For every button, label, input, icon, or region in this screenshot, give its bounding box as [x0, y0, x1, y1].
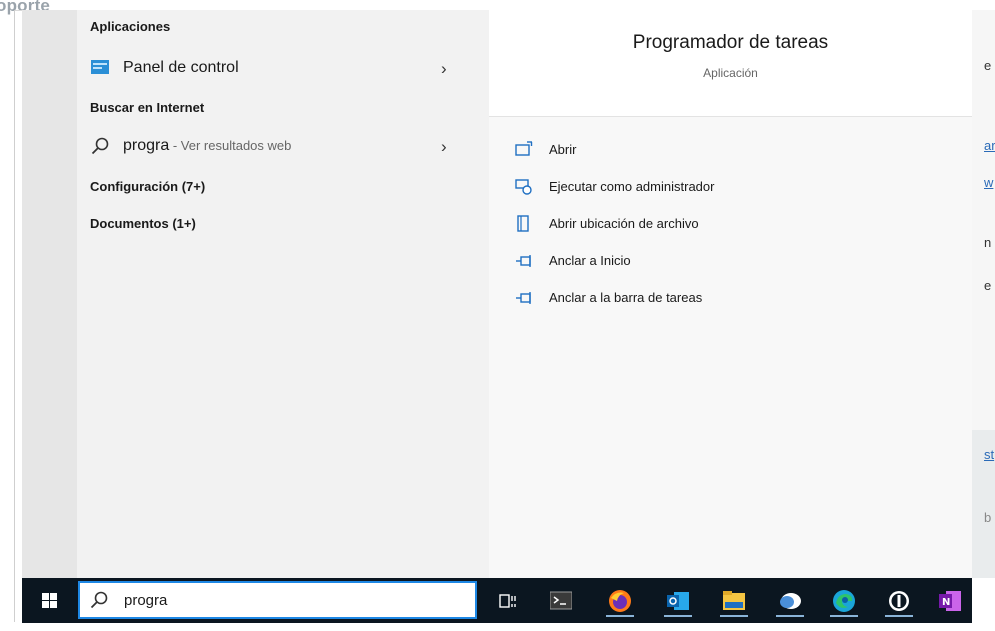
action-label: Anclar a Inicio	[549, 253, 631, 268]
pin-icon	[515, 289, 533, 307]
taskbar-search-input[interactable]: progra	[78, 581, 477, 619]
start-button[interactable]	[22, 578, 78, 623]
task-view-icon	[499, 592, 517, 615]
result-label: Panel de control	[123, 59, 239, 76]
password-manager-button[interactable]	[883, 585, 915, 617]
divider	[489, 116, 972, 117]
edge-icon	[832, 589, 856, 618]
outlook-icon	[666, 589, 690, 618]
result-web-search[interactable]: progra - Ver resultados web ›	[77, 128, 489, 164]
action-open[interactable]: Abrir	[489, 134, 972, 166]
onenote-icon: N	[938, 589, 962, 618]
web-section-header: Buscar en Internet	[90, 100, 205, 115]
web-query-suffix: - Ver resultados web	[169, 138, 292, 153]
terminal-icon	[549, 591, 573, 616]
file-location-icon	[515, 215, 533, 233]
onenote-button[interactable]: N	[934, 585, 966, 617]
app-detail-pane: Programador de tareas Aplicación Abrir E…	[489, 10, 972, 578]
chat-icon	[778, 589, 802, 618]
action-label: Anclar a la barra de tareas	[549, 290, 703, 305]
file-explorer-icon	[722, 590, 746, 617]
search-results-pane: Aplicaciones Panel de control › Buscar e…	[77, 10, 489, 578]
search-icon	[90, 591, 108, 614]
action-pin-to-taskbar[interactable]: Anclar a la barra de tareas	[489, 282, 972, 314]
pin-icon	[515, 252, 533, 270]
web-query: progra	[123, 137, 170, 154]
background-corner	[972, 578, 995, 631]
app-type: Aplicación	[703, 66, 758, 80]
action-label: Abrir	[549, 142, 577, 157]
svg-text:N: N	[942, 597, 950, 608]
chat-button[interactable]	[774, 585, 806, 617]
app-detail-header: Programador de tareas Aplicación	[489, 10, 972, 116]
settings-section-header[interactable]: Configuración (7+)	[90, 179, 205, 194]
desktop-background	[22, 10, 77, 578]
search-icon	[91, 137, 109, 160]
password-manager-icon	[888, 590, 910, 617]
firefox-button[interactable]	[604, 585, 636, 617]
action-pin-to-start[interactable]: Anclar a Inicio	[489, 245, 972, 277]
firefox-icon	[608, 589, 632, 618]
run-as-admin-icon	[515, 178, 533, 196]
action-run-as-admin[interactable]: Ejecutar como administrador	[489, 171, 972, 203]
search-query: progra	[124, 592, 168, 609]
background-window-edge: e ar w n e st b	[972, 10, 995, 578]
task-view-button[interactable]	[492, 585, 524, 617]
edge-button[interactable]	[828, 585, 860, 617]
chevron-right-icon[interactable]: ›	[441, 59, 447, 79]
windows-logo-icon	[42, 593, 57, 613]
chevron-right-icon[interactable]: ›	[441, 137, 447, 157]
documents-section-header[interactable]: Documentos (1+)	[90, 216, 196, 231]
apps-section-header: Aplicaciones	[90, 19, 171, 34]
open-icon	[515, 141, 533, 159]
file-explorer-button[interactable]	[718, 585, 750, 617]
action-label: Ejecutar como administrador	[549, 179, 715, 194]
action-open-file-location[interactable]: Abrir ubicación de archivo	[489, 208, 972, 240]
control-panel-icon	[91, 60, 109, 79]
terminal-button[interactable]	[545, 585, 577, 617]
action-label: Abrir ubicación de archivo	[549, 216, 699, 231]
app-title: Programador de tareas	[632, 32, 829, 53]
background-left-rule	[14, 10, 15, 622]
taskbar: progra N	[22, 578, 972, 623]
outlook-button[interactable]	[662, 585, 694, 617]
result-control-panel[interactable]: Panel de control ›	[77, 50, 489, 86]
